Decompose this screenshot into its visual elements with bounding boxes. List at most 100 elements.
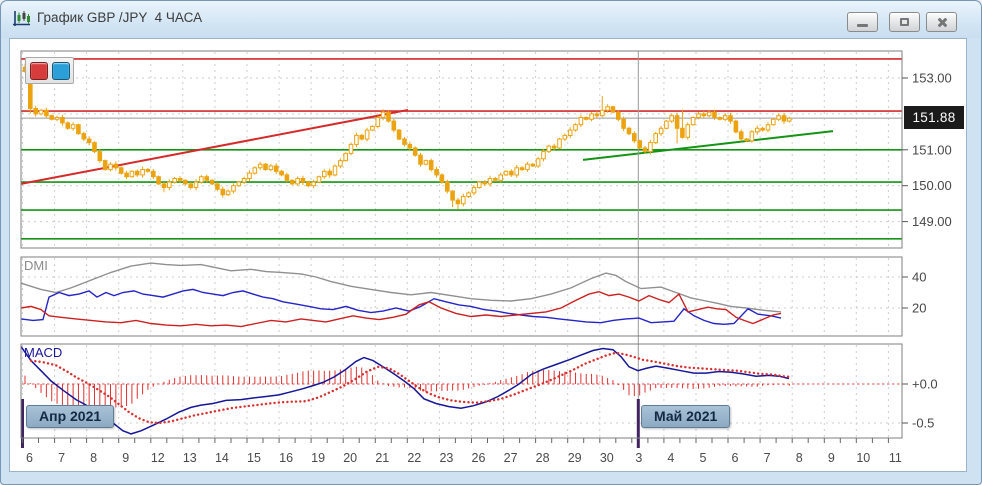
candle-body <box>258 164 262 168</box>
candle-body <box>638 141 642 148</box>
candle-body <box>718 118 722 120</box>
candle-body <box>173 179 177 183</box>
candle-body <box>226 191 230 195</box>
candle-body <box>200 177 204 182</box>
chart-window: График GBP /JPY 4 ЧАСА 153.00151.00150.0… <box>0 0 982 485</box>
candle-body <box>205 177 209 181</box>
candle-body <box>419 155 423 164</box>
candle-body <box>157 177 161 184</box>
x-axis-label: 26 <box>472 451 486 465</box>
candle-body <box>344 153 348 160</box>
candle-body <box>429 161 433 170</box>
candle-body <box>451 191 455 200</box>
candle-body <box>333 166 337 175</box>
x-axis-label: 28 <box>536 451 550 465</box>
x-axis-label: 15 <box>247 451 261 465</box>
candle-body <box>675 116 679 129</box>
candle-body <box>253 168 257 173</box>
candle-body <box>317 177 321 182</box>
macd-axis-label: +0.0 <box>912 377 938 392</box>
dmi-axis-label: 40 <box>912 270 926 285</box>
buy-marker-button[interactable] <box>52 62 70 80</box>
x-axis-label: 22 <box>407 451 421 465</box>
candle-body <box>622 119 626 128</box>
candle-body <box>713 112 717 117</box>
candle-body <box>221 189 225 194</box>
candle-body <box>446 182 450 191</box>
candle-body <box>39 110 43 114</box>
price-axis-label: 149.00 <box>912 214 952 229</box>
candle-body <box>307 182 311 186</box>
candle-body <box>248 173 252 178</box>
candle-body <box>285 175 289 180</box>
candle-body <box>723 116 727 120</box>
candle-body <box>109 164 113 169</box>
candle-body <box>499 175 503 180</box>
candle-body <box>392 121 396 130</box>
candle-body <box>125 173 129 177</box>
price-axis-label: 150.00 <box>912 178 952 193</box>
candle-body <box>178 179 182 181</box>
candle-body <box>71 125 75 129</box>
candle-body <box>61 118 65 123</box>
candle-body <box>643 148 647 152</box>
candle-body <box>777 116 781 120</box>
candle-body <box>654 134 658 143</box>
x-axis-label: 7 <box>764 451 771 465</box>
candle-body <box>237 182 241 186</box>
candle-body <box>563 135 567 139</box>
candle-body <box>55 118 59 120</box>
candle-body <box>130 171 134 176</box>
candle-body <box>328 171 332 175</box>
candle-body <box>66 123 70 128</box>
candle-body <box>50 116 54 120</box>
candle-body <box>601 110 605 115</box>
candle-body <box>691 118 695 125</box>
month-label: Апр 2021 <box>26 405 114 428</box>
candle-body <box>103 161 107 170</box>
candle-body <box>558 139 562 148</box>
price-axis-label: 151.00 <box>912 142 952 157</box>
chart-canvas[interactable]: 153.00151.00150.00149.004020+0.0-0.56789… <box>1 1 982 485</box>
candle-body <box>739 132 743 139</box>
candle-body <box>526 164 530 169</box>
candle-body <box>734 121 738 132</box>
candle-body <box>274 166 278 171</box>
x-axis-label: 7 <box>58 451 65 465</box>
candle-body <box>93 143 97 152</box>
dmi-line <box>21 289 781 324</box>
candle-body <box>531 164 535 166</box>
candle-body <box>355 135 359 144</box>
x-axis-label: 9 <box>122 451 129 465</box>
candle-body <box>114 164 118 168</box>
candle-body <box>536 159 540 166</box>
candle-body <box>745 139 749 141</box>
month-label: Май 2021 <box>641 405 730 428</box>
x-axis-label: 30 <box>600 451 614 465</box>
current-price-badge: 151.88 <box>904 106 964 129</box>
candle-body <box>146 170 150 172</box>
candle-body <box>488 179 492 184</box>
x-axis-label: 19 <box>311 451 325 465</box>
candle-body <box>697 114 701 118</box>
candle-body <box>681 128 685 137</box>
candle-body <box>232 186 236 191</box>
candle-body <box>135 171 139 175</box>
candle-body <box>381 112 385 117</box>
candle-body <box>574 125 578 130</box>
x-axis-label: 9 <box>828 451 835 465</box>
sell-marker-button[interactable] <box>30 62 48 80</box>
candle-body <box>504 171 508 175</box>
x-axis-label: 6 <box>732 451 739 465</box>
candle-body <box>547 146 551 151</box>
candle-body <box>242 179 246 183</box>
candle-body <box>750 132 754 141</box>
candle-body <box>216 184 220 189</box>
trendline[interactable] <box>583 131 833 160</box>
candle-body <box>280 171 284 175</box>
candle-body <box>189 184 193 188</box>
candle-body <box>194 182 198 187</box>
candle-body <box>510 171 514 175</box>
candle-body <box>478 182 482 187</box>
candle-body <box>686 125 690 138</box>
